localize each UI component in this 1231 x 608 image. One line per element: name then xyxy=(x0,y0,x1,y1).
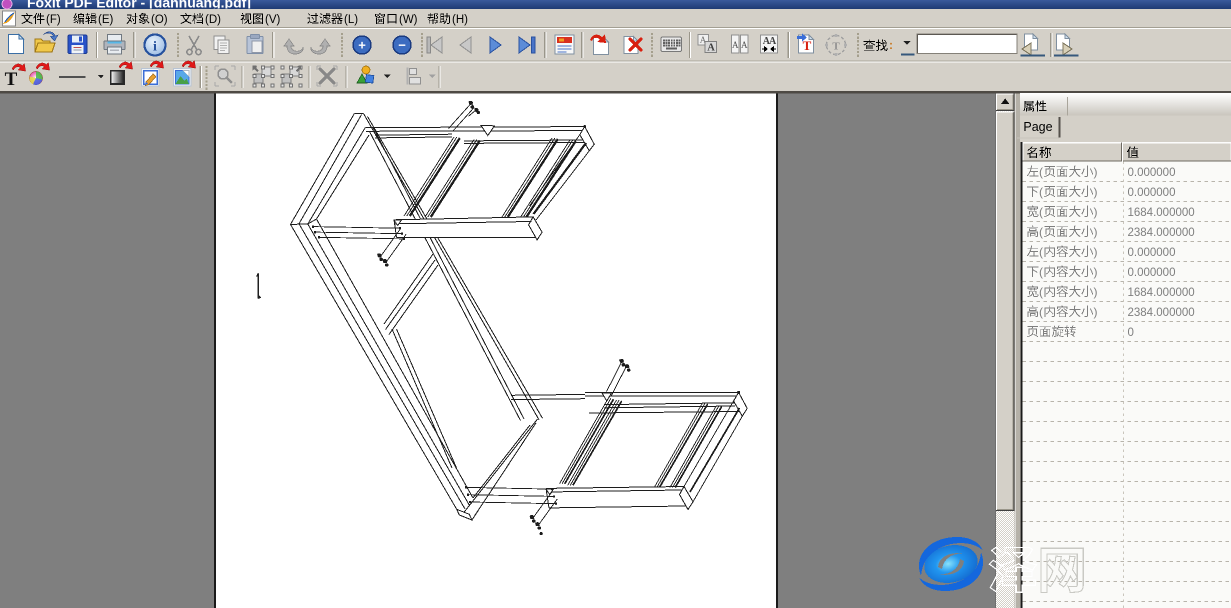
svg-text:(D): (D) xyxy=(205,14,221,26)
svg-text:(E): (E) xyxy=(98,14,114,26)
svg-text:): ) xyxy=(1094,265,1098,279)
svg-text:0.000000: 0.000000 xyxy=(1128,187,1176,199)
svg-text:A: A xyxy=(732,40,739,50)
svg-text:+: + xyxy=(358,38,366,53)
svg-text:(O): (O) xyxy=(151,14,168,26)
svg-text:T: T xyxy=(803,38,812,53)
svg-text:AA: AA xyxy=(763,36,777,47)
svg-text:0.000000: 0.000000 xyxy=(1128,247,1176,259)
svg-text:T: T xyxy=(832,41,840,53)
svg-text:i: i xyxy=(153,40,157,55)
svg-text:): ) xyxy=(1094,285,1098,299)
svg-text:(: ( xyxy=(1039,265,1043,279)
svg-text::: : xyxy=(889,38,893,52)
svg-text:(F): (F) xyxy=(46,14,61,26)
svg-text:T: T xyxy=(5,69,18,90)
svg-text:(: ( xyxy=(1039,185,1043,199)
svg-text:(: ( xyxy=(1039,305,1043,319)
svg-text:(H): (H) xyxy=(452,14,468,26)
svg-text:(V): (V) xyxy=(265,14,281,26)
svg-text:0.000000: 0.000000 xyxy=(1128,167,1176,179)
svg-text:): ) xyxy=(1094,185,1098,199)
svg-text:(: ( xyxy=(1039,225,1043,239)
svg-text:(: ( xyxy=(1039,165,1043,179)
svg-text:(: ( xyxy=(1039,205,1043,219)
svg-text:0.000000: 0.000000 xyxy=(1128,267,1176,279)
svg-text:(W): (W) xyxy=(399,14,418,26)
svg-text:): ) xyxy=(1094,305,1098,319)
svg-text:): ) xyxy=(1094,245,1098,259)
svg-text:(L): (L) xyxy=(344,14,358,26)
svg-text:2384.000000: 2384.000000 xyxy=(1128,227,1195,239)
svg-text:A: A xyxy=(741,40,748,50)
svg-text:1684.000000: 1684.000000 xyxy=(1128,207,1195,219)
svg-text:): ) xyxy=(1094,205,1098,219)
svg-text:): ) xyxy=(1094,225,1098,239)
svg-text:): ) xyxy=(1094,165,1098,179)
svg-text:(: ( xyxy=(1039,245,1043,259)
svg-text:1684.000000: 1684.000000 xyxy=(1128,287,1195,299)
svg-text:2384.000000: 2384.000000 xyxy=(1128,307,1195,319)
svg-text:(: ( xyxy=(1039,285,1043,299)
svg-text:A: A xyxy=(707,43,715,54)
svg-text:−: − xyxy=(398,38,406,53)
svg-text:Page: Page xyxy=(1023,120,1052,134)
svg-text:0: 0 xyxy=(1128,327,1134,339)
